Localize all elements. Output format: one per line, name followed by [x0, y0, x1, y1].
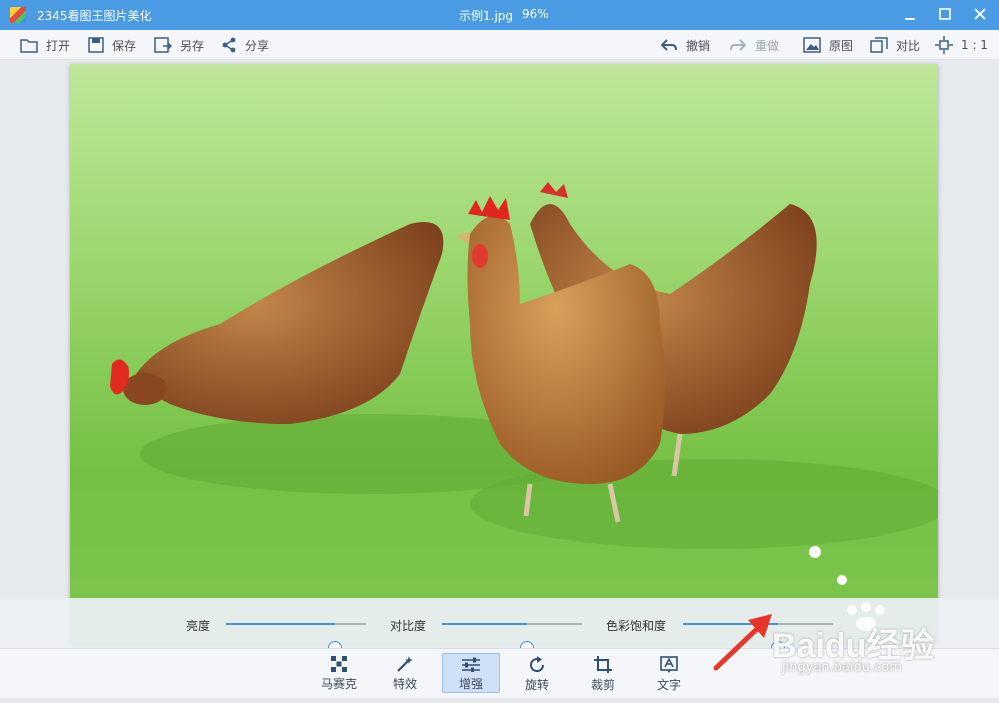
title-bar: 2345看图王图片美化 示例1.jpg 96% — [0, 0, 999, 30]
undo-button[interactable]: 撤销 — [660, 35, 710, 55]
top-toolbar: 打开 保存 另存 分享 撤销 重做 原图 对比 1 : 1 — [0, 30, 999, 60]
undo-icon — [660, 39, 677, 51]
actual-size-button[interactable]: 1 : 1 — [935, 35, 988, 55]
app-title: 2345看图王图片美化 — [37, 9, 152, 23]
brightness-slider[interactable] — [226, 623, 366, 655]
save-as-button[interactable]: 另存 — [154, 35, 204, 55]
maximize-icon — [939, 8, 951, 20]
close-button[interactable] — [969, 4, 991, 26]
mosaic-icon — [331, 656, 347, 672]
file-name: 示例1.jpg — [459, 9, 514, 23]
contrast-slider-rest — [527, 623, 582, 625]
tool-effects-label: 特效 — [392, 677, 417, 691]
tool-text-label: 文字 — [656, 678, 681, 692]
sliders-icon — [462, 657, 480, 672]
tool-crop[interactable]: 裁剪 — [574, 653, 632, 693]
share-button[interactable]: 分享 — [221, 35, 269, 55]
actual-size-icon — [935, 36, 953, 54]
save-button[interactable]: 保存 — [88, 35, 136, 55]
save-icon — [88, 37, 104, 53]
redo-label: 重做 — [755, 38, 780, 53]
chicken-photo — [70, 64, 938, 646]
tool-text[interactable]: 文字 — [640, 653, 698, 693]
magic-wand-icon — [397, 656, 413, 672]
share-icon — [222, 37, 236, 53]
folder-icon — [20, 39, 38, 53]
tool-mosaic[interactable]: 马赛克 — [310, 653, 368, 693]
brightness-slider-rest — [335, 623, 366, 625]
open-button[interactable]: 打开 — [20, 35, 70, 55]
compare-label: 对比 — [896, 38, 921, 53]
open-label: 打开 — [46, 38, 71, 53]
watermark-url: jingyan.baidu.com — [782, 660, 902, 675]
tool-enhance[interactable]: 增强 — [442, 653, 500, 693]
compare-button[interactable]: 对比 — [870, 35, 920, 55]
undo-label: 撤销 — [686, 38, 711, 53]
tool-mosaic-label: 马赛克 — [320, 677, 357, 691]
tool-rotate-label: 旋转 — [524, 678, 549, 692]
zoom-level: 96% — [522, 7, 549, 21]
compare-icon — [870, 37, 888, 53]
tool-effects[interactable]: 特效 — [376, 653, 434, 693]
contrast-label: 对比度 — [390, 619, 427, 633]
image-icon — [803, 37, 821, 53]
text-icon — [660, 656, 678, 673]
original-button[interactable]: 原图 — [803, 35, 853, 55]
save-as-label: 另存 — [180, 38, 205, 53]
rotate-icon — [530, 656, 545, 673]
tool-crop-label: 裁剪 — [590, 678, 615, 692]
app-logo-icon — [10, 7, 26, 23]
contrast-slider[interactable] — [442, 623, 582, 655]
save-label: 保存 — [112, 38, 137, 53]
save-as-icon — [154, 37, 172, 53]
baidu-watermark: Baidu经验 jingyan.baidu.com — [760, 602, 950, 682]
saturation-label: 色彩饱和度 — [606, 619, 667, 633]
crop-icon — [594, 656, 612, 673]
share-label: 分享 — [245, 38, 270, 53]
brightness-label: 亮度 — [186, 619, 211, 633]
actual-size-label: 1 : 1 — [961, 38, 988, 52]
photo-preview[interactable] — [70, 64, 938, 646]
tool-enhance-label: 增强 — [458, 677, 483, 691]
tool-rotate[interactable]: 旋转 — [508, 653, 566, 693]
maximize-button[interactable] — [934, 4, 956, 26]
original-label: 原图 — [829, 38, 854, 53]
redo-icon — [730, 39, 747, 51]
redo-button[interactable]: 重做 — [729, 35, 779, 55]
minimize-icon — [905, 18, 915, 20]
close-icon — [974, 8, 986, 20]
minimize-button[interactable] — [899, 4, 921, 26]
